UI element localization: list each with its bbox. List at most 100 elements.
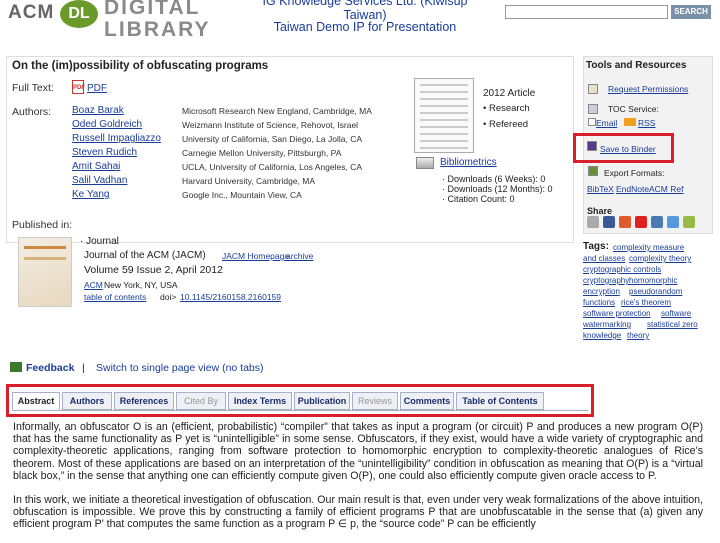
tag-link[interactable]: rice's theorem	[621, 298, 671, 307]
author-affiliation: Harvard University, Cambridge, MA	[182, 176, 316, 186]
rss-link[interactable]: RSS	[638, 118, 655, 128]
tag-link[interactable]: statistical zero	[647, 320, 698, 329]
demo-ip-text: Taiwan Demo IP for Presentation	[273, 20, 457, 34]
publisher-location: New York, NY, USA	[104, 280, 178, 290]
tag-link[interactable]: and classes	[583, 254, 625, 263]
doi-label: doi>	[160, 292, 177, 302]
published-in-label: Published in:	[12, 219, 73, 231]
share-service-icon[interactable]	[683, 216, 695, 228]
bibtex-link[interactable]: BibTeX	[587, 184, 614, 194]
tag-link[interactable]: complexity theory	[629, 254, 691, 263]
tag-link[interactable]: complexity measure	[613, 243, 684, 252]
abstract-paragraph: In this work, we initiate a theoretical …	[13, 494, 703, 531]
export-formats-label: Export Formats:	[604, 168, 665, 178]
search-input[interactable]	[505, 5, 668, 19]
tag-link[interactable]: homomorphic	[629, 276, 677, 285]
journal-toc-link[interactable]: table of contents	[84, 292, 146, 302]
tag-link[interactable]: encryption	[583, 287, 620, 296]
separator: |	[82, 362, 85, 374]
permissions-icon	[588, 84, 598, 94]
author-link[interactable]: Boaz Barak	[72, 105, 124, 116]
switch-view-link[interactable]: Switch to single page view (no tabs)	[96, 362, 264, 374]
rss-icon	[624, 118, 636, 126]
share-service-icon[interactable]	[603, 216, 615, 228]
author-row: Amit Sahai UCLA, University of California…	[72, 161, 432, 174]
research-badge: • Research	[483, 103, 530, 114]
acm-ref-link[interactable]: ACM Ref	[649, 184, 683, 194]
tag-link[interactable]: software	[661, 309, 691, 318]
author-link[interactable]: Ke Yang	[72, 189, 109, 200]
author-link[interactable]: Oded Goldreich	[72, 119, 142, 130]
feedback-link[interactable]: Feedback	[26, 362, 74, 374]
journal-cover-image	[18, 237, 72, 307]
share-service-icon[interactable]	[587, 216, 599, 228]
refereed-badge: • Refereed	[483, 119, 529, 130]
journal-archive-link[interactable]: archive	[286, 251, 313, 261]
share-service-icon[interactable]	[619, 216, 631, 228]
tags-label: Tags:	[583, 241, 609, 252]
abstract-paragraph: Informally, an obfuscator O is an (effic…	[13, 421, 703, 482]
author-row: Boaz Barak Microsoft Research New England…	[72, 105, 432, 118]
tag-link[interactable]: cryptographic controls	[583, 265, 661, 274]
author-link[interactable]: Russell Impagliazzo	[72, 133, 161, 144]
share-service-icon[interactable]	[651, 216, 663, 228]
publication-type: · Journal	[80, 236, 119, 247]
bibliometrics-icon	[416, 157, 434, 169]
tag-link[interactable]: theory	[627, 331, 649, 340]
author-affiliation: University of California, San Diego, La …	[182, 134, 362, 144]
toc-service-label: TOC Service:	[608, 104, 659, 114]
export-icon	[588, 166, 598, 176]
logo-text-digital: DIGITAL	[104, 0, 201, 19]
tag-link[interactable]: software protection	[583, 309, 651, 318]
email-icon	[588, 118, 596, 126]
acm-logo[interactable]: ACM	[8, 2, 54, 24]
pdf-icon[interactable]: PDF	[72, 80, 85, 94]
authors-label: Authors:	[12, 106, 52, 118]
publisher-link[interactable]: ACM	[84, 280, 103, 290]
journal-homepage-link[interactable]: JACM Homepage	[222, 251, 289, 261]
org-name: IG Knowledge Services Ltd. (Kiwisup Taiw…	[262, 0, 468, 22]
dl-logo-icon[interactable]: DL	[60, 0, 98, 28]
bibliometrics-link[interactable]: Bibliometrics	[440, 157, 497, 168]
author-affiliation: Microsoft Research New England, Cambridg…	[182, 106, 372, 116]
doi-link[interactable]: 10.1145/2160158.2160159	[180, 292, 281, 302]
feedback-icon	[10, 362, 22, 372]
journal-volume: Volume 59 Issue 2, April 2012	[84, 264, 223, 276]
downloads-6-weeks: · Downloads (6 Weeks): 0	[442, 174, 546, 184]
citation-count: · Citation Count: 0	[442, 194, 515, 204]
author-row: Salil Vadhan Harvard University, Cambridg…	[72, 175, 432, 188]
author-affiliation: UCLA, University of California, Los Ange…	[182, 162, 362, 172]
author-row: Russell Impagliazzo University of Califor…	[72, 133, 432, 146]
share-service-icon[interactable]	[635, 216, 647, 228]
share-service-icon[interactable]	[667, 216, 679, 228]
tag-link[interactable]: functions	[583, 298, 615, 307]
tag-link[interactable]: pseudorandom	[629, 287, 682, 296]
binder-highlight-box	[573, 133, 674, 163]
author-affiliation: Weizmann Institute of Science, Rehovot, …	[182, 120, 359, 130]
request-permissions-link[interactable]: Request Permissions	[608, 84, 688, 94]
downloads-12-months: · Downloads (12 Months): 0	[442, 184, 553, 194]
author-affiliation: Google Inc., Mountain View, CA	[182, 190, 302, 200]
author-row: Oded Goldreich Weizmann Institute of Scie…	[72, 119, 432, 132]
article-thumbnail	[414, 78, 474, 153]
author-link[interactable]: Steven Rudich	[72, 147, 137, 158]
author-link[interactable]: Amit Sahai	[72, 161, 120, 172]
abstract-text: Informally, an obfuscator O is an (effic…	[13, 421, 703, 543]
tag-link[interactable]: watermarking	[583, 320, 631, 329]
author-link[interactable]: Salil Vadhan	[72, 175, 127, 186]
tabs-highlight-box	[6, 384, 594, 417]
author-row: Ke Yang Google Inc., Mountain View, CA	[72, 189, 432, 202]
year-article-type: 2012 Article	[483, 88, 536, 99]
email-link[interactable]: Email	[596, 118, 617, 128]
author-row: Steven Rudich Carnegie Mellon University,…	[72, 147, 432, 160]
author-affiliation: Carnegie Mellon University, Pittsburgh, …	[182, 148, 342, 158]
page-title: On the (im)possibility of obfuscating pr…	[12, 60, 269, 72]
share-label: Share	[587, 206, 613, 216]
endnote-link[interactable]: EndNote	[616, 184, 649, 194]
digital-library-logo[interactable]: DIGITAL LIBRARY	[104, 0, 211, 41]
toc-service-icon	[588, 104, 598, 114]
tag-link[interactable]: cryptography	[583, 276, 629, 285]
pdf-link[interactable]: PDF	[87, 83, 107, 94]
tag-link[interactable]: knowledge	[583, 331, 621, 340]
search-button[interactable]: SEARCH	[671, 5, 711, 19]
